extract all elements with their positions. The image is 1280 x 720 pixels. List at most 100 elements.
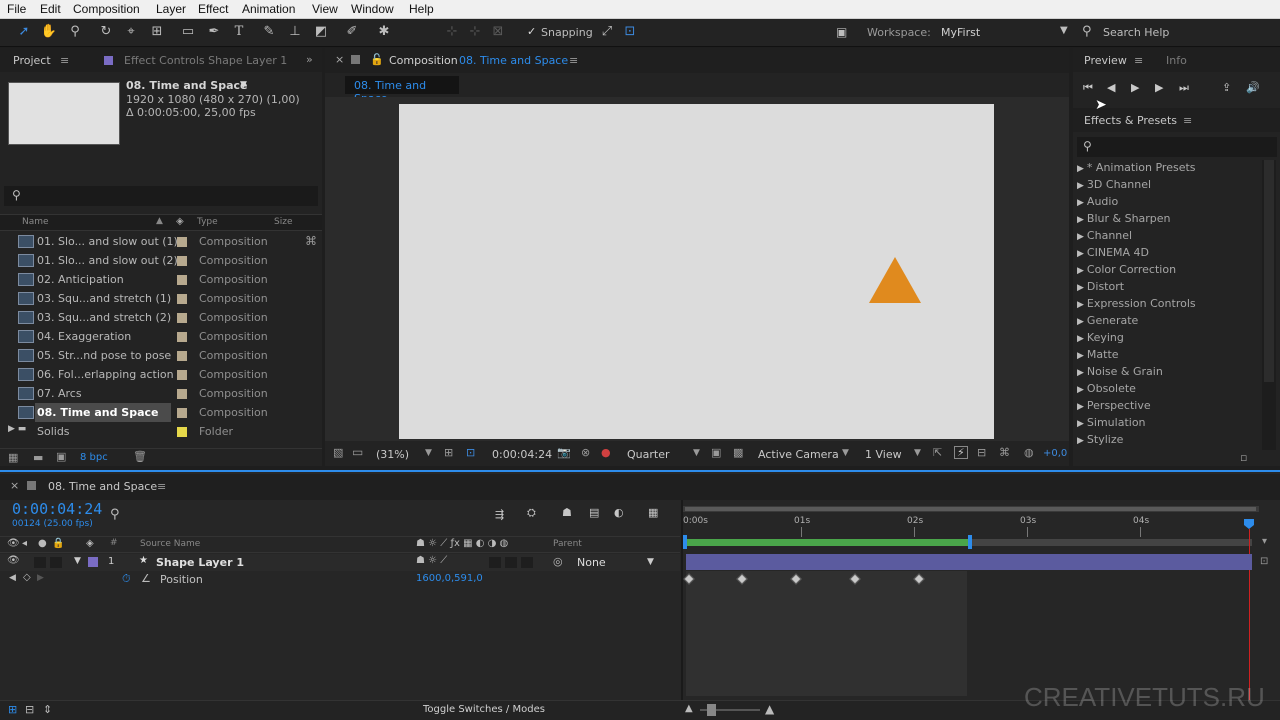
menu-view[interactable]: View [312,2,338,16]
project-item[interactable]: 07. Arcs Composition [4,384,318,403]
toggle-switches-modes-button[interactable]: Toggle Switches / Modes [423,704,545,715]
axis-view-icon[interactable]: ⊠ [489,23,507,41]
expand-triangle-icon[interactable]: ▶ [1077,215,1084,225]
panel-overflow-icon[interactable]: » [306,53,313,66]
pick-whip-icon[interactable]: ◎ [553,555,563,568]
fast-previews-icon[interactable]: ⚡ [954,446,968,459]
prev-keyframe-icon[interactable]: ◀ [9,573,16,583]
expand-triangle-icon[interactable]: ▶ [1077,300,1084,310]
menu-file[interactable]: File [7,2,26,16]
add-keyframe-icon[interactable]: ◇ [23,572,31,583]
chevron-down-icon[interactable]: ▼ [693,448,700,458]
panel-menu-icon[interactable]: ≡ [569,54,578,67]
expand-triangle-icon[interactable]: ▶ [1077,368,1084,378]
effects-category[interactable]: ▶ Stylize [1077,433,1123,446]
expand-triangle-icon[interactable]: ▼ [74,556,81,566]
snapshot-icon[interactable]: 📷 [557,446,571,459]
layer-row[interactable]: 👁 ▼ 1 ★ Shape Layer 1 ☗ ☼ ⟋ ◎ None ▼ [0,554,680,571]
expand-triangle-icon[interactable]: ▶ [1077,249,1084,259]
effects-category[interactable]: ▶ * Animation Presets [1077,161,1196,174]
chevron-down-icon[interactable]: ▼ [647,557,654,567]
switch-box[interactable] [505,557,517,568]
project-item[interactable]: 01. Slo... and slow out (1) Composition [4,232,318,251]
mask-visibility-icon[interactable]: ⊡ [466,446,475,459]
col-size[interactable]: Size [274,217,292,227]
switch-box[interactable] [489,557,501,568]
effects-category[interactable]: ▶ Expression Controls [1077,297,1196,310]
audio-icon[interactable]: 🔊 [1246,81,1260,94]
close-icon[interactable]: × [10,479,19,492]
project-item[interactable]: 03. Squ...and stretch (2) Composition [4,308,318,327]
parent-select[interactable]: None [577,556,606,569]
snap-option-icon[interactable]: ⤢ [598,23,616,41]
hand-tool-icon[interactable]: ✋ [40,23,58,41]
project-item[interactable]: 06. Fol...erlapping action Composition [4,365,318,384]
zoom-in-icon[interactable]: ▲ [765,702,774,716]
project-item[interactable]: ▶ ▬ Solids Folder [4,422,318,441]
axis-local-icon[interactable]: ⊹ [443,23,461,41]
effects-category[interactable]: ▶ Generate [1077,314,1138,327]
comp-canvas[interactable] [399,104,994,439]
navigator-bar[interactable] [683,506,1259,512]
selection-tool-icon[interactable]: ➚ [15,23,33,41]
resolution-select[interactable]: Quarter [627,448,670,461]
show-snapshot-icon[interactable]: ⊗ [581,446,590,459]
effects-category[interactable]: ▶ Channel [1077,229,1132,242]
zoom-out-icon[interactable]: ▲ [685,703,693,714]
switches-icon[interactable]: ☗ ☼ ⟋ ƒx ▦ ◐ ◑ ◍ [416,538,508,549]
comp-tab-prefix[interactable]: Composition [389,54,458,67]
search-help-input[interactable]: Search Help [1103,26,1169,39]
work-area-start-handle[interactable] [683,535,687,549]
frame-blending-icon[interactable]: ▤ [589,506,599,519]
expand-triangle-icon[interactable]: ▶ [1077,181,1084,191]
col-name[interactable]: Name [22,217,49,227]
label-swatch[interactable] [177,408,187,418]
label-swatch[interactable] [177,313,187,323]
expand-triangle-icon[interactable]: ▶ [1077,385,1084,395]
timeline-icon[interactable]: ⊟ [977,446,986,459]
tab-project[interactable]: Project [13,54,51,67]
channel-icon[interactable]: ● [601,446,611,459]
in-out-toggle-icon[interactable]: ⇕ [43,703,52,716]
snapping-checkbox[interactable]: ✓ [527,25,536,38]
brush-tool-icon[interactable]: ✎ [260,23,278,41]
panel-menu-icon[interactable]: ≡ [157,480,166,493]
col-type[interactable]: Type [197,217,218,227]
reset-exposure-icon[interactable]: ◍ [1024,446,1034,459]
switch-box[interactable] [521,557,533,568]
expand-triangle-icon[interactable]: ▶ [1077,436,1084,446]
menu-effect[interactable]: Effect [198,2,228,16]
modes-toggle-icon[interactable]: ⊟ [25,703,34,716]
label-swatch[interactable] [177,332,187,342]
effects-category[interactable]: ▶ 3D Channel [1077,178,1151,191]
comp-mini-flowchart-icon[interactable]: ⇶ [495,508,504,521]
clone-tool-icon[interactable]: ⊥ [286,23,304,41]
panel-menu-icon[interactable]: ≡ [1183,114,1192,127]
comp-timecode[interactable]: 0:00:04:24 [492,448,552,461]
always-preview-icon[interactable]: ▧ [333,446,343,459]
zoom-select[interactable]: (31%) [376,448,409,461]
expand-triangle-icon[interactable]: ▶ [1077,317,1084,327]
views-select[interactable]: 1 View [865,448,902,461]
draft-3d-icon[interactable]: ⛭ [527,506,536,520]
eye-icon[interactable]: 👁 [7,538,20,549]
col-source-name[interactable]: Source Name [140,539,200,549]
comp-marker-icon[interactable]: ▾ [1262,536,1267,547]
expand-triangle-icon[interactable]: ▶ [1077,232,1084,242]
play-icon[interactable]: ▶ [1131,81,1139,94]
layer-name[interactable]: Shape Layer 1 [156,556,244,569]
label-swatch[interactable] [177,389,187,399]
rectangle-tool-icon[interactable]: ▭ [179,23,197,41]
effects-category[interactable]: ▶ Color Correction [1077,263,1176,276]
menu-help[interactable]: Help [409,2,434,16]
pan-behind-tool-icon[interactable]: ⊞ [148,23,166,41]
previous-frame-icon[interactable]: ◀ [1107,81,1115,94]
effects-category[interactable]: ▶ Perspective [1077,399,1151,412]
eraser-tool-icon[interactable]: ◩ [312,23,330,41]
label-tag-icon[interactable]: ◈ [86,538,94,549]
label-swatch[interactable] [177,275,187,285]
chevron-down-icon[interactable]: ▼ [842,448,849,458]
effects-category[interactable]: ▶ Keying [1077,331,1124,344]
effects-category[interactable]: ▶ CINEMA 4D [1077,246,1149,259]
bit-depth-button[interactable]: 8 bpc [80,452,108,463]
